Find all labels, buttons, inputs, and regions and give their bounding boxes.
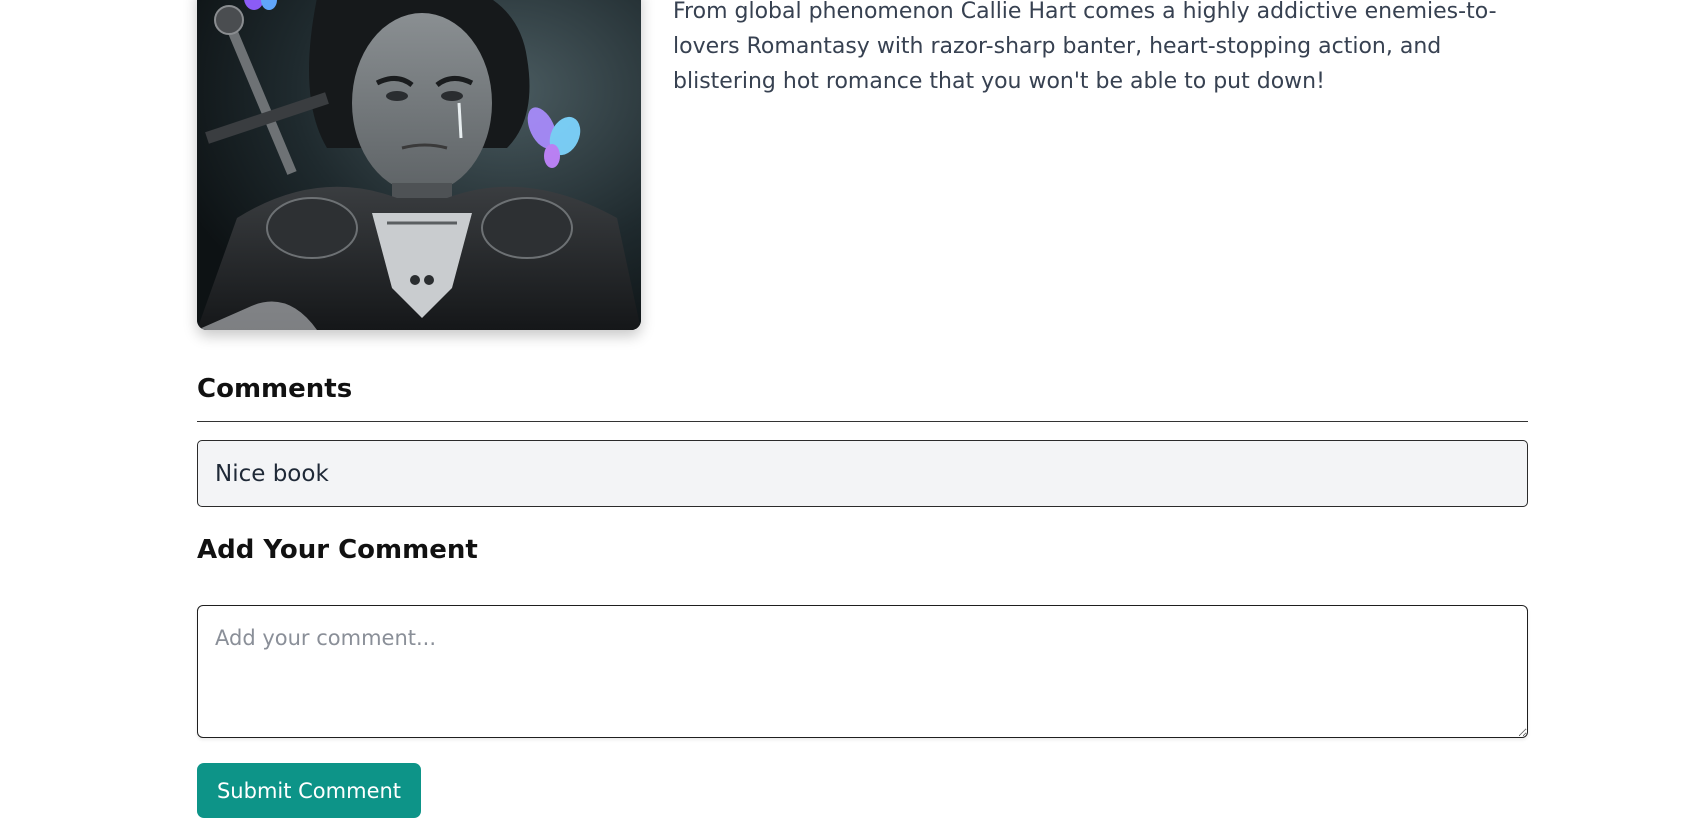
comment-text: Nice book bbox=[215, 460, 329, 487]
comment-textarea[interactable] bbox=[197, 605, 1528, 738]
add-comment-heading: Add Your Comment bbox=[197, 535, 478, 565]
book-cover-image bbox=[197, 0, 641, 330]
book-detail-page: From global phenomenon Callie Hart comes… bbox=[0, 0, 1708, 825]
submit-comment-button[interactable]: Submit Comment bbox=[197, 763, 421, 818]
book-description: From global phenomenon Callie Hart comes… bbox=[673, 0, 1497, 94]
cover-illustration bbox=[197, 0, 641, 330]
comments-heading: Comments bbox=[197, 374, 353, 404]
comment-item: Nice book bbox=[197, 440, 1528, 507]
comments-divider bbox=[197, 421, 1528, 422]
